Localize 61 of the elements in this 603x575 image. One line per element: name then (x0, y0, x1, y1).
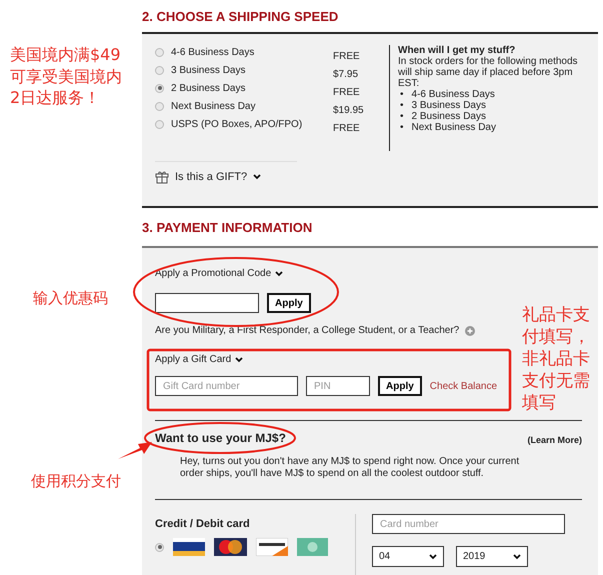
gift-card-field[interactable]: Gift Card number (155, 376, 298, 396)
chevron-down-icon (235, 356, 244, 362)
chevron-down-icon (429, 554, 437, 560)
info-text: will ship same day if placed before 3pm EST: (398, 67, 573, 89)
shipping-price: FREE (333, 50, 361, 64)
shipping-option-label: USPS (PO Boxes, APO/FPO) (171, 118, 302, 130)
chevron-down-icon (275, 270, 284, 276)
credit-card-title: Credit / Debit card (155, 518, 250, 530)
mj-title: Want to use your MJ$? (155, 431, 286, 445)
card-logo-icon (297, 538, 328, 556)
shipping-option-label: Next Business Day (171, 100, 256, 112)
annotation-text: 使用积分支付 (31, 472, 122, 490)
radio-button[interactable] (155, 66, 164, 74)
promo-code-toggle[interactable]: Apply a Promotional Code (155, 268, 272, 279)
shipping-option-label: 2 Business Days (171, 82, 246, 94)
radio-button[interactable] (155, 542, 164, 552)
bullet: • (400, 89, 404, 100)
shipping-price: $7.95 (333, 68, 360, 82)
radio-button[interactable] (155, 120, 164, 128)
chevron-down-icon (253, 174, 262, 180)
radio-button[interactable] (155, 102, 164, 110)
check-balance-link[interactable]: Check Balance (430, 380, 498, 392)
month-select[interactable]: 04 (372, 546, 444, 567)
shipping-price: $19.95 (333, 104, 365, 118)
card-logo-icon (173, 538, 205, 556)
learn-more-link[interactable]: (Learn More) (527, 435, 582, 445)
radio-button[interactable] (155, 84, 164, 92)
section-heading: 2. CHOOSE A SHIPPING SPEED (142, 8, 340, 26)
bullet: • (400, 100, 404, 111)
shipping-option-label: 4-6 Business Days (171, 46, 254, 58)
radio-button[interactable] (155, 48, 164, 56)
info-title: When will I get my stuff? (398, 45, 516, 56)
section-heading: 3. PAYMENT INFORMATION (142, 218, 314, 236)
bullet: • (400, 111, 404, 122)
pin-field[interactable]: PIN (306, 376, 370, 396)
promo-code-field[interactable] (155, 293, 259, 313)
annotation-text: 美国境内满$49可享受美国境内2日达服务！ (10, 44, 123, 109)
shipping-price: FREE (333, 86, 361, 100)
arrow (118, 442, 152, 459)
shipping-price: FREE (333, 122, 361, 136)
annotation-text: 输入优惠码 (33, 289, 109, 307)
apply-button[interactable]: Apply (267, 293, 311, 313)
card-logo-icon (256, 538, 288, 556)
year-select[interactable]: 2019 (456, 546, 528, 567)
info-list-item: 3 Business Days (412, 100, 486, 111)
apply-button[interactable]: Apply (378, 376, 422, 396)
chevron-down-icon (513, 554, 521, 560)
info-list-item: 2 Business Days (412, 111, 486, 122)
gift-card-toggle[interactable]: Apply a Gift Card (155, 354, 232, 365)
info-list-item: 4-6 Business Days (412, 89, 495, 100)
gift-icon (155, 170, 169, 184)
bullet: • (400, 122, 404, 133)
info-list-item: Next Business Day (412, 122, 496, 133)
shipping-option-label: 3 Business Days (171, 64, 246, 76)
info-text: In stock orders for the following methods (398, 56, 578, 67)
plus-icon[interactable] (465, 326, 476, 336)
card-logo-icon (214, 538, 247, 556)
card-number-field[interactable]: Card number (372, 514, 565, 534)
mj-description: Hey, turns out you don't have any MJ$ to spend right now. Once your current order ships, you'll have MJ$ to spend on all the coolest outdoor stuff. (180, 456, 520, 480)
annotation-text: 礼品卡支付填写，非礼品卡支付无需填写 (522, 304, 591, 414)
gift-toggle[interactable]: Is this a GIFT? (175, 171, 248, 183)
